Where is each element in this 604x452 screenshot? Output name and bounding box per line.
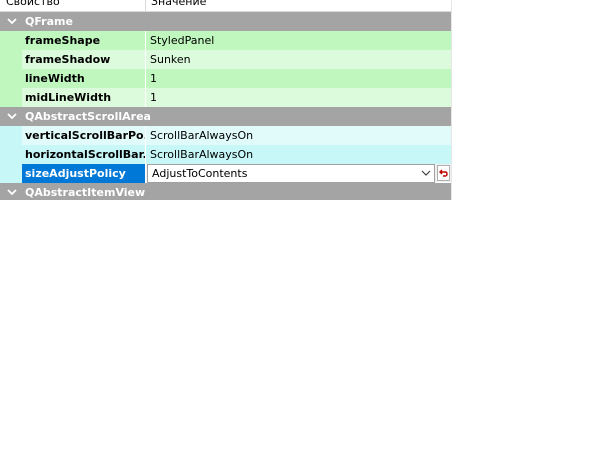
group-qabstractitemview[interactable]: QAbstractItemView [0,183,451,200]
property-value[interactable]: ScrollBarAlwaysOn [146,126,451,145]
vertical-scrollbar[interactable] [451,0,458,200]
row-indent [0,88,22,107]
property-name[interactable]: lineWidth [22,69,146,88]
property-row-midlinewidth[interactable]: midLineWidth 1 [0,88,451,107]
property-row-frameshape[interactable]: frameShape StyledPanel [0,31,451,50]
group-qframe[interactable]: QFrame [0,12,451,31]
reset-property-button[interactable] [437,165,450,181]
row-indent [0,69,22,88]
row-indent [0,126,22,145]
property-editor: Свойство Значение QFrame frameShape Styl… [0,0,458,200]
row-indent [0,164,22,183]
column-header-value[interactable]: Значение [146,0,451,12]
property-name[interactable]: midLineWidth [22,88,146,107]
column-header-property[interactable]: Свойство [0,0,146,12]
property-row-frameshadow[interactable]: frameShadow Sunken [0,50,451,69]
size-adjust-policy-combobox[interactable]: AdjustToContents [147,164,435,183]
chevron-down-icon[interactable] [6,185,18,199]
combobox-selected-value: AdjustToContents [152,167,248,180]
property-value[interactable]: Sunken [146,50,451,69]
property-value[interactable]: 1 [146,69,451,88]
property-value[interactable]: ScrollBarAlwaysOn [146,145,451,164]
row-indent [0,145,22,164]
property-row-linewidth[interactable]: lineWidth 1 [0,69,451,88]
row-indent [0,31,22,50]
property-name[interactable]: frameShadow [22,50,146,69]
row-indent [0,50,22,69]
group-qabstractscrollarea[interactable]: QAbstractScrollArea [0,107,451,126]
property-value[interactable]: StyledPanel [146,31,451,50]
chevron-down-icon[interactable] [421,169,431,177]
chevron-down-icon[interactable] [6,109,18,123]
property-name[interactable]: horizontalScrollBar... [22,145,146,164]
property-name[interactable]: frameShape [22,31,146,50]
group-label: QFrame [25,15,73,28]
property-table-header: Свойство Значение [0,0,451,12]
reset-arrow-icon [439,169,448,177]
property-name[interactable]: verticalScrollBarPo... [22,126,146,145]
chevron-down-icon[interactable] [6,14,18,28]
group-label: QAbstractScrollArea [25,110,151,123]
group-label: QAbstractItemView [25,186,146,199]
property-row-horizontalscrollbarpolicy[interactable]: horizontalScrollBar... ScrollBarAlwaysOn [0,145,451,164]
property-row-sizeadjustpolicy[interactable]: sizeAdjustPolicy AdjustToContents [0,164,451,183]
property-value[interactable]: 1 [146,88,451,107]
property-row-verticalscrollbarpolicy[interactable]: verticalScrollBarPo... ScrollBarAlwaysOn [0,126,451,145]
property-name[interactable]: sizeAdjustPolicy [22,164,146,183]
